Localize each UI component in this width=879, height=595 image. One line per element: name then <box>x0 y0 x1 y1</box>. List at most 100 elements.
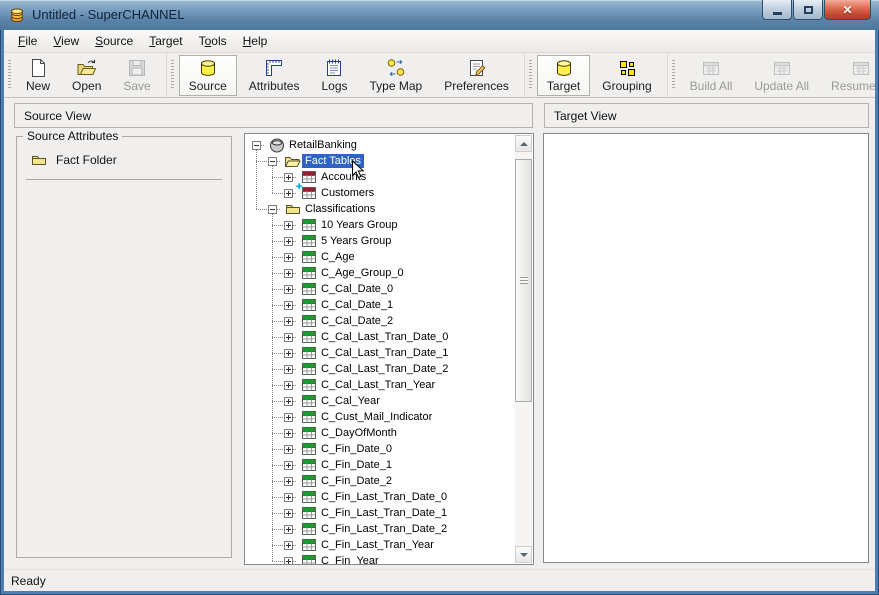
target-button[interactable]: Target <box>537 55 590 96</box>
expand-icon[interactable] <box>284 541 293 550</box>
source-button[interactable]: Source <box>179 55 237 96</box>
menu-tools[interactable]: Tools <box>191 30 235 52</box>
expand-icon[interactable] <box>284 365 293 374</box>
classification-table-icon <box>300 426 317 440</box>
classification-table-icon <box>300 330 317 344</box>
tree-row: C_Cal_Year <box>246 393 515 409</box>
menu-file[interactable]: File <box>10 30 45 52</box>
tree-item-fact-tables[interactable]: Fact Tables <box>302 154 364 168</box>
expand-icon[interactable] <box>284 173 293 182</box>
expand-icon[interactable] <box>284 253 293 262</box>
grouping-button[interactable]: Grouping <box>592 55 661 96</box>
tree-item-c-fin-date-1[interactable]: C_Fin_Date_1 <box>318 458 395 472</box>
expand-icon[interactable] <box>284 189 293 198</box>
classification-table-icon <box>300 234 317 248</box>
scrollbar-grip-icon <box>520 277 528 284</box>
minimize-button[interactable] <box>762 0 792 20</box>
tree-item-c-age[interactable]: C_Age <box>318 250 358 264</box>
expand-icon[interactable] <box>284 317 293 326</box>
collapse-icon[interactable] <box>268 205 277 214</box>
classification-table-icon <box>300 298 317 312</box>
expand-icon[interactable] <box>284 461 293 470</box>
toolbar-button-label: Target <box>547 79 580 93</box>
new-button[interactable]: New <box>16 55 60 96</box>
tree-item-5-years-group[interactable]: 5 Years Group <box>318 234 394 248</box>
tree-item-retailbanking[interactable]: RetailBanking <box>286 138 360 152</box>
expand-icon[interactable] <box>284 429 293 438</box>
tree-item-c-cal-last-tran-date-0[interactable]: C_Cal_Last_Tran_Date_0 <box>318 330 451 344</box>
collapse-icon[interactable] <box>252 141 261 150</box>
type-map-button[interactable]: Type Map <box>360 55 433 96</box>
classification-table-icon <box>300 346 317 360</box>
fact-folder-item[interactable]: Fact Folder <box>27 153 231 167</box>
expand-icon[interactable] <box>284 333 293 342</box>
tree-row: C_Fin_Last_Tran_Date_0 <box>246 489 515 505</box>
preferences-button[interactable]: Preferences <box>434 55 519 96</box>
tree-item-accounts[interactable]: Accounts <box>318 170 369 184</box>
expand-icon[interactable] <box>284 349 293 358</box>
toolbar-button-label: New <box>26 79 50 93</box>
tree-item-c-age-group-0[interactable]: C_Age_Group_0 <box>318 266 407 280</box>
scrollbar-thumb[interactable] <box>515 159 532 402</box>
expand-icon[interactable] <box>284 301 293 310</box>
collapse-icon[interactable] <box>268 157 277 166</box>
tree-item-c-cal-last-tran-date-2[interactable]: C_Cal_Last_Tran_Date_2 <box>318 362 451 376</box>
open-button[interactable]: Open <box>62 55 111 96</box>
attributes-button[interactable]: Attributes <box>239 55 310 96</box>
expand-icon[interactable] <box>284 413 293 422</box>
tree-item-classifications[interactable]: Classifications <box>302 202 378 216</box>
expand-icon[interactable] <box>284 221 293 230</box>
app-icon <box>9 7 25 23</box>
tree-item-c-dayofmonth[interactable]: C_DayOfMonth <box>318 426 400 440</box>
expand-icon[interactable] <box>284 557 293 565</box>
classification-table-icon <box>300 266 317 280</box>
menu-source[interactable]: Source <box>87 30 141 52</box>
toolbar-button-label: Update All <box>754 79 809 93</box>
scrollbar-down-button[interactable] <box>515 546 532 563</box>
maximize-button[interactable] <box>793 0 823 20</box>
tree-item-c-cal-date-2[interactable]: C_Cal_Date_2 <box>318 314 396 328</box>
toolbar-button-label: Logs <box>321 79 347 93</box>
expand-icon[interactable] <box>284 493 293 502</box>
menu-help[interactable]: Help <box>235 30 276 52</box>
tree-row: C_Fin_Date_0 <box>246 441 515 457</box>
tree-item-10-years-group[interactable]: 10 Years Group <box>318 218 400 232</box>
menu-target[interactable]: Target <box>141 30 190 52</box>
tree-scrollbar[interactable] <box>515 135 532 563</box>
close-icon: ✕ <box>842 4 852 16</box>
expand-icon[interactable] <box>284 445 293 454</box>
logs-button[interactable]: Logs <box>311 55 357 96</box>
expand-icon[interactable] <box>284 477 293 486</box>
expand-icon[interactable] <box>284 525 293 534</box>
tree-item-c-cal-date-1[interactable]: C_Cal_Date_1 <box>318 298 396 312</box>
source-attributes-legend: Source Attributes <box>23 129 122 143</box>
titlebar[interactable]: Untitled - SuperCHANNEL ✕ <box>0 0 879 30</box>
tree-item-c-fin-last-tran-year[interactable]: C_Fin_Last_Tran_Year <box>318 538 437 552</box>
tree-item-customers[interactable]: Customers <box>318 186 377 200</box>
tree-item-c-cust-mail-indicator[interactable]: C_Cust_Mail_Indicator <box>318 410 435 424</box>
tree-item-c-cal-last-tran-date-1[interactable]: C_Cal_Last_Tran_Date_1 <box>318 346 451 360</box>
tree-item-c-cal-last-tran-year[interactable]: C_Cal_Last_Tran_Year <box>318 378 438 392</box>
expand-icon[interactable] <box>284 397 293 406</box>
menu-view[interactable]: View <box>45 30 87 52</box>
tree-item-c-fin-last-tran-date-2[interactable]: C_Fin_Last_Tran_Date_2 <box>318 522 450 536</box>
tree-item-c-fin-date-2[interactable]: C_Fin_Date_2 <box>318 474 395 488</box>
expand-icon[interactable] <box>284 285 293 294</box>
toolbar-button-label: Save <box>123 79 150 93</box>
expand-icon[interactable] <box>284 381 293 390</box>
classification-table-icon <box>300 250 317 264</box>
close-button[interactable]: ✕ <box>824 0 871 20</box>
expand-icon[interactable] <box>284 237 293 246</box>
expand-icon[interactable] <box>284 269 293 278</box>
tree-item-c-fin-last-tran-date-1[interactable]: C_Fin_Last_Tran_Date_1 <box>318 506 450 520</box>
fact-folder-label: Fact Folder <box>56 153 117 167</box>
scrollbar-up-button[interactable] <box>515 135 532 152</box>
toolbar-button-label: Build All <box>690 79 733 93</box>
tree-item-c-fin-year[interactable]: C_Fin_Year <box>318 554 382 564</box>
tree-item-c-fin-date-0[interactable]: C_Fin_Date_0 <box>318 442 395 456</box>
tree-item-c-cal-date-0[interactable]: C_Cal_Date_0 <box>318 282 396 296</box>
attributes-separator <box>26 179 222 180</box>
tree-item-c-cal-year[interactable]: C_Cal_Year <box>318 394 383 408</box>
tree-item-c-fin-last-tran-date-0[interactable]: C_Fin_Last_Tran_Date_0 <box>318 490 450 504</box>
expand-icon[interactable] <box>284 509 293 518</box>
